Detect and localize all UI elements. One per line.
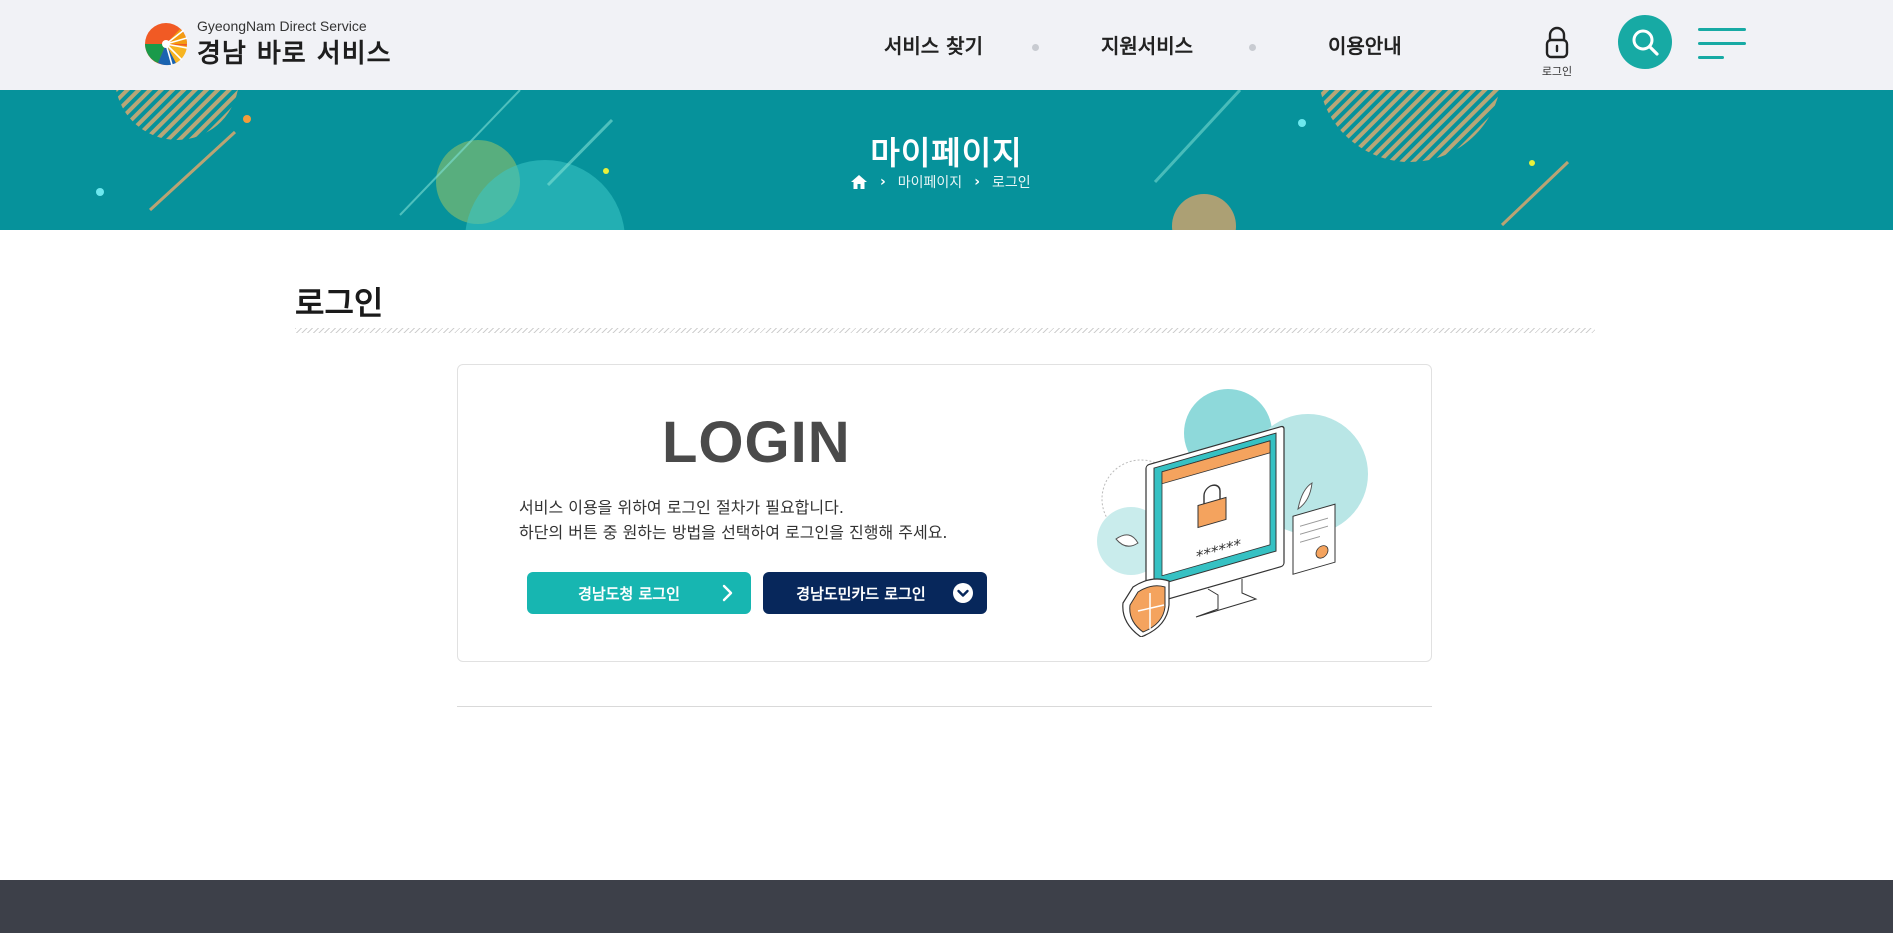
nav-support-service[interactable]: 지원서비스 bbox=[1101, 30, 1193, 59]
security-computer-illustration: ****** bbox=[1097, 389, 1368, 637]
breadcrumb-item-mypage[interactable]: 마이페이지 bbox=[898, 172, 962, 192]
search-icon bbox=[1632, 29, 1659, 56]
content-divider bbox=[457, 706, 1432, 707]
lock-icon bbox=[1545, 26, 1569, 59]
card-login-button[interactable]: 경남도민카드 로그인 bbox=[763, 572, 987, 614]
nav-usage-guide[interactable]: 이용안내 bbox=[1328, 30, 1402, 59]
header-login-button[interactable]: 로그인 bbox=[1535, 26, 1579, 80]
header-search-button[interactable] bbox=[1618, 15, 1672, 69]
menu-line bbox=[1698, 28, 1746, 31]
login-description-line: 서비스 이용을 위하여 로그인 절차가 필요합니다. bbox=[519, 498, 844, 517]
login-description: 서비스 이용을 위하여 로그인 절차가 필요합니다. 하단의 버튼 중 원하는 … bbox=[519, 495, 948, 545]
nav-service-find[interactable]: 서비스 찾기 bbox=[884, 30, 983, 59]
site-header: GyeongNam Direct Service 경남 바로 서비스 서비스 찾… bbox=[0, 0, 1893, 90]
title-divider bbox=[295, 328, 1595, 333]
menu-line bbox=[1698, 42, 1746, 45]
login-heading: LOGIN bbox=[662, 410, 851, 475]
banner-title: 마이페이지 bbox=[870, 134, 1023, 172]
login-description-line: 하단의 버튼 중 원하는 방법을 선택하여 로그인을 진행해 주세요. bbox=[519, 523, 948, 542]
breadcrumb: › 마이페이지 › 로그인 bbox=[850, 172, 1031, 192]
nav-divider-dot bbox=[1249, 44, 1256, 51]
home-icon[interactable] bbox=[850, 173, 868, 191]
header-login-label: 로그인 bbox=[1541, 65, 1573, 78]
site-logo[interactable]: GyeongNam Direct Service 경남 바로 서비스 bbox=[144, 18, 391, 69]
nav-divider-dot bbox=[1032, 44, 1039, 51]
breadcrumb-item-login[interactable]: 로그인 bbox=[992, 172, 1031, 192]
chevron-right-icon bbox=[722, 584, 733, 602]
card-login-label: 경남도민카드 로그인 bbox=[796, 584, 926, 603]
page-banner: 마이페이지 › 마이페이지 › 로그인 bbox=[0, 90, 1893, 230]
logo-subtitle: GyeongNam Direct Service bbox=[197, 18, 367, 34]
site-footer bbox=[0, 880, 1893, 933]
chevron-down-circle-icon bbox=[953, 583, 973, 603]
hamburger-menu-icon[interactable] bbox=[1698, 24, 1746, 64]
page-title: 로그인 bbox=[295, 284, 384, 322]
breadcrumb-separator: › bbox=[880, 174, 886, 190]
breadcrumb-separator: › bbox=[974, 174, 980, 190]
login-panel: LOGIN 서비스 이용을 위하여 로그인 절차가 필요합니다. 하단의 버튼 … bbox=[457, 364, 1432, 662]
gov-login-button[interactable]: 경남도청 로그인 bbox=[527, 572, 751, 614]
gyeongnam-sun-logo-icon bbox=[145, 23, 188, 66]
gov-login-label: 경남도청 로그인 bbox=[578, 584, 680, 603]
menu-line bbox=[1698, 56, 1724, 59]
logo-title: 경남 바로 서비스 bbox=[197, 39, 392, 69]
